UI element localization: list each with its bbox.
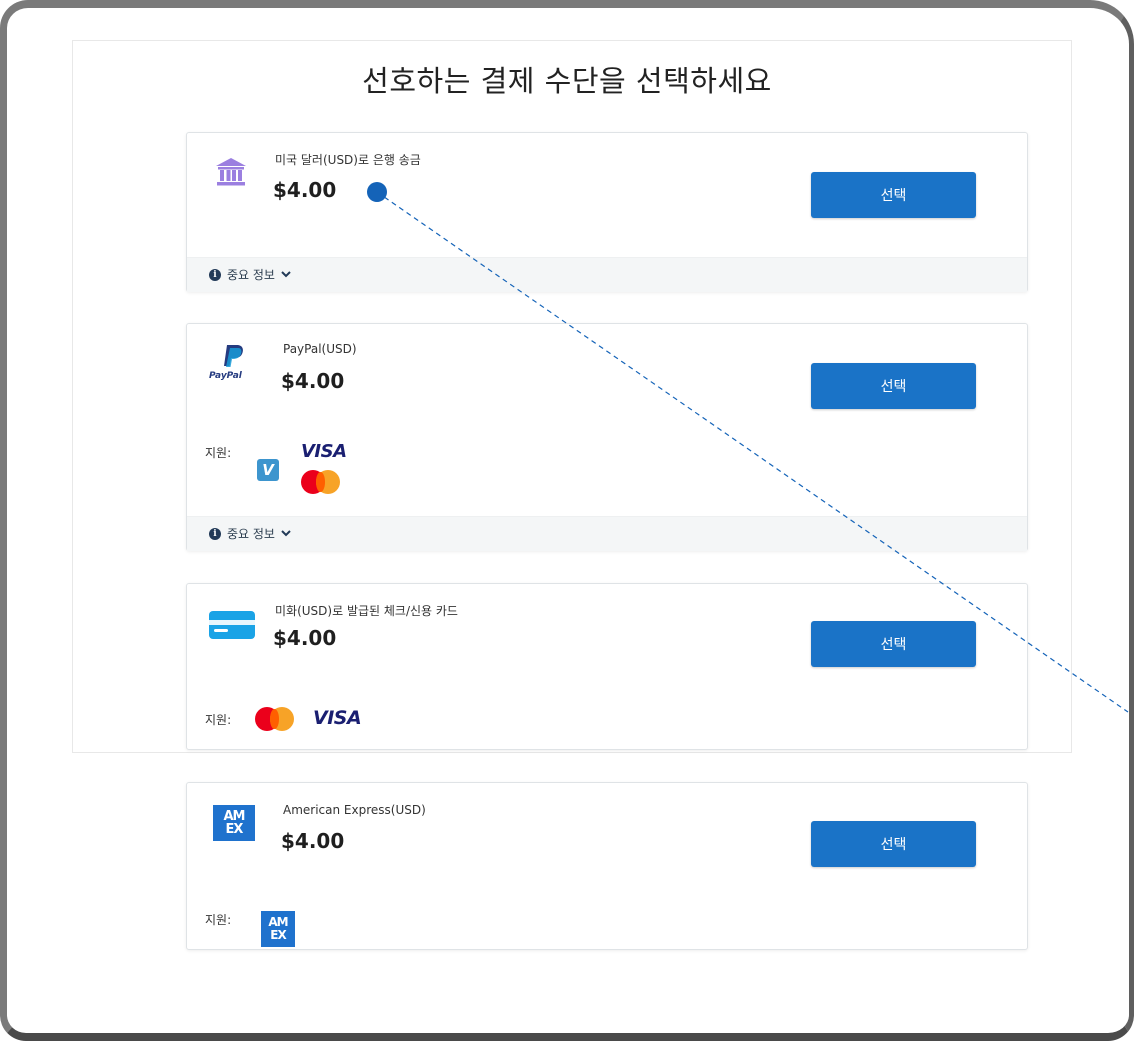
- pointer-line: [376, 191, 1129, 713]
- pointer-marker: [367, 182, 387, 202]
